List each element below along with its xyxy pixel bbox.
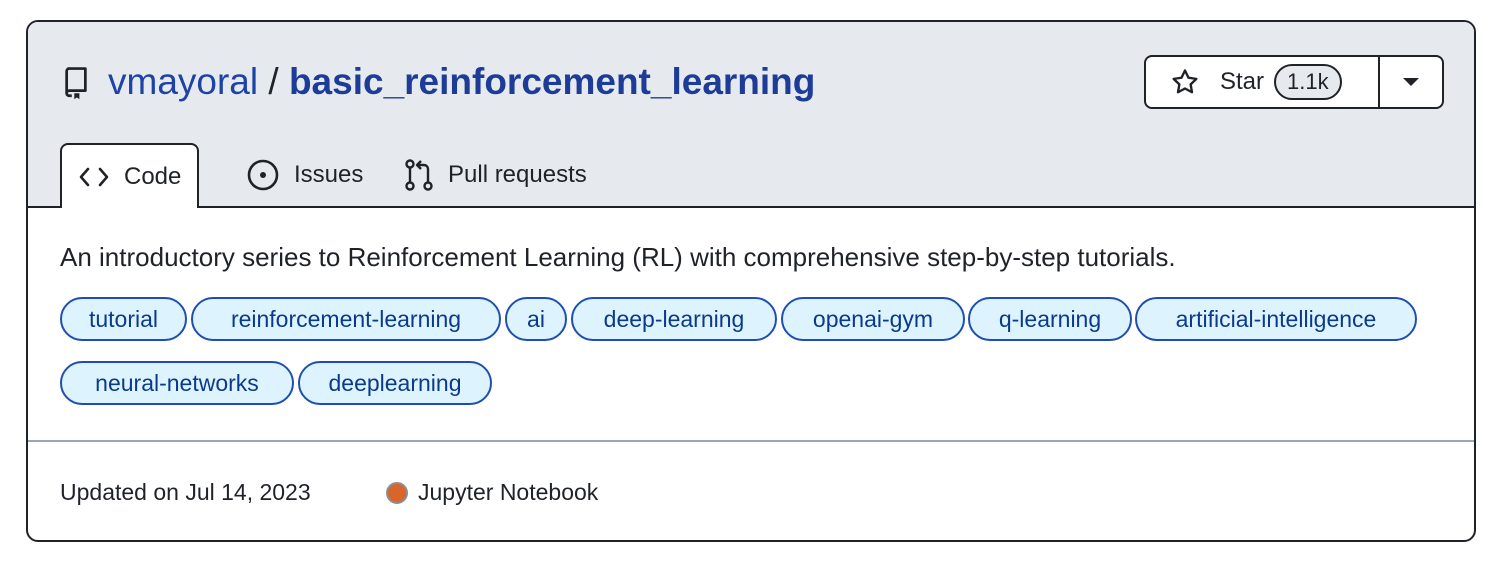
topic-tag[interactable]: deep-learning — [571, 297, 777, 341]
language-name: Jupyter Notebook — [418, 479, 599, 505]
tab-pull-requests[interactable]: Pull requests — [404, 143, 587, 206]
star-dropdown-button[interactable] — [1380, 57, 1442, 107]
star-button-group: Star 1.1k — [1144, 55, 1444, 109]
updated-date: Updated on Jul 14, 2023 — [60, 479, 311, 505]
topic-tag[interactable]: openai-gym — [781, 297, 965, 341]
tab-issues[interactable]: Issues — [246, 143, 363, 206]
topic-tag[interactable]: tutorial — [60, 297, 187, 341]
repo-icon — [65, 67, 87, 100]
tab-code-label: Code — [124, 162, 182, 190]
code-icon — [79, 167, 109, 186]
topic-tag[interactable]: reinforcement-learning — [191, 297, 501, 341]
triangle-down-icon — [1403, 78, 1419, 86]
topic-tag[interactable]: ai — [505, 297, 567, 341]
repo-title: vmayoral / basic_reinforcement_learning — [108, 58, 815, 106]
topic-tag[interactable]: neural-networks — [60, 361, 294, 405]
topic-tag[interactable]: deeplearning — [298, 361, 492, 405]
tab-code[interactable]: Code — [60, 143, 200, 208]
tab-issues-label: Issues — [294, 160, 364, 188]
git-pull-request-icon — [405, 158, 433, 191]
star-button[interactable]: Star 1.1k — [1146, 57, 1380, 107]
issue-opened-icon — [247, 159, 279, 190]
star-icon — [1172, 69, 1198, 94]
repo-card: vmayoral / basic_reinforcement_learning … — [26, 20, 1476, 542]
repo-owner-link[interactable]: vmayoral — [108, 61, 258, 102]
language-color-dot — [386, 481, 408, 504]
repo-description: An introductory series to Reinforcement … — [60, 242, 1176, 272]
star-label: Star — [1220, 68, 1265, 95]
repo-header: vmayoral / basic_reinforcement_learning … — [28, 22, 1474, 208]
tab-pull-requests-label: Pull requests — [448, 160, 587, 188]
card-divider — [28, 440, 1474, 442]
repo-separator: / — [268, 61, 279, 102]
topic-tag[interactable]: q-learning — [968, 297, 1132, 341]
repo-name-link[interactable]: basic_reinforcement_learning — [289, 61, 815, 102]
repo-language: Jupyter Notebook — [386, 479, 598, 506]
topic-tag[interactable]: artificial-intelligence — [1135, 297, 1417, 341]
star-count-badge: 1.1k — [1274, 64, 1342, 100]
